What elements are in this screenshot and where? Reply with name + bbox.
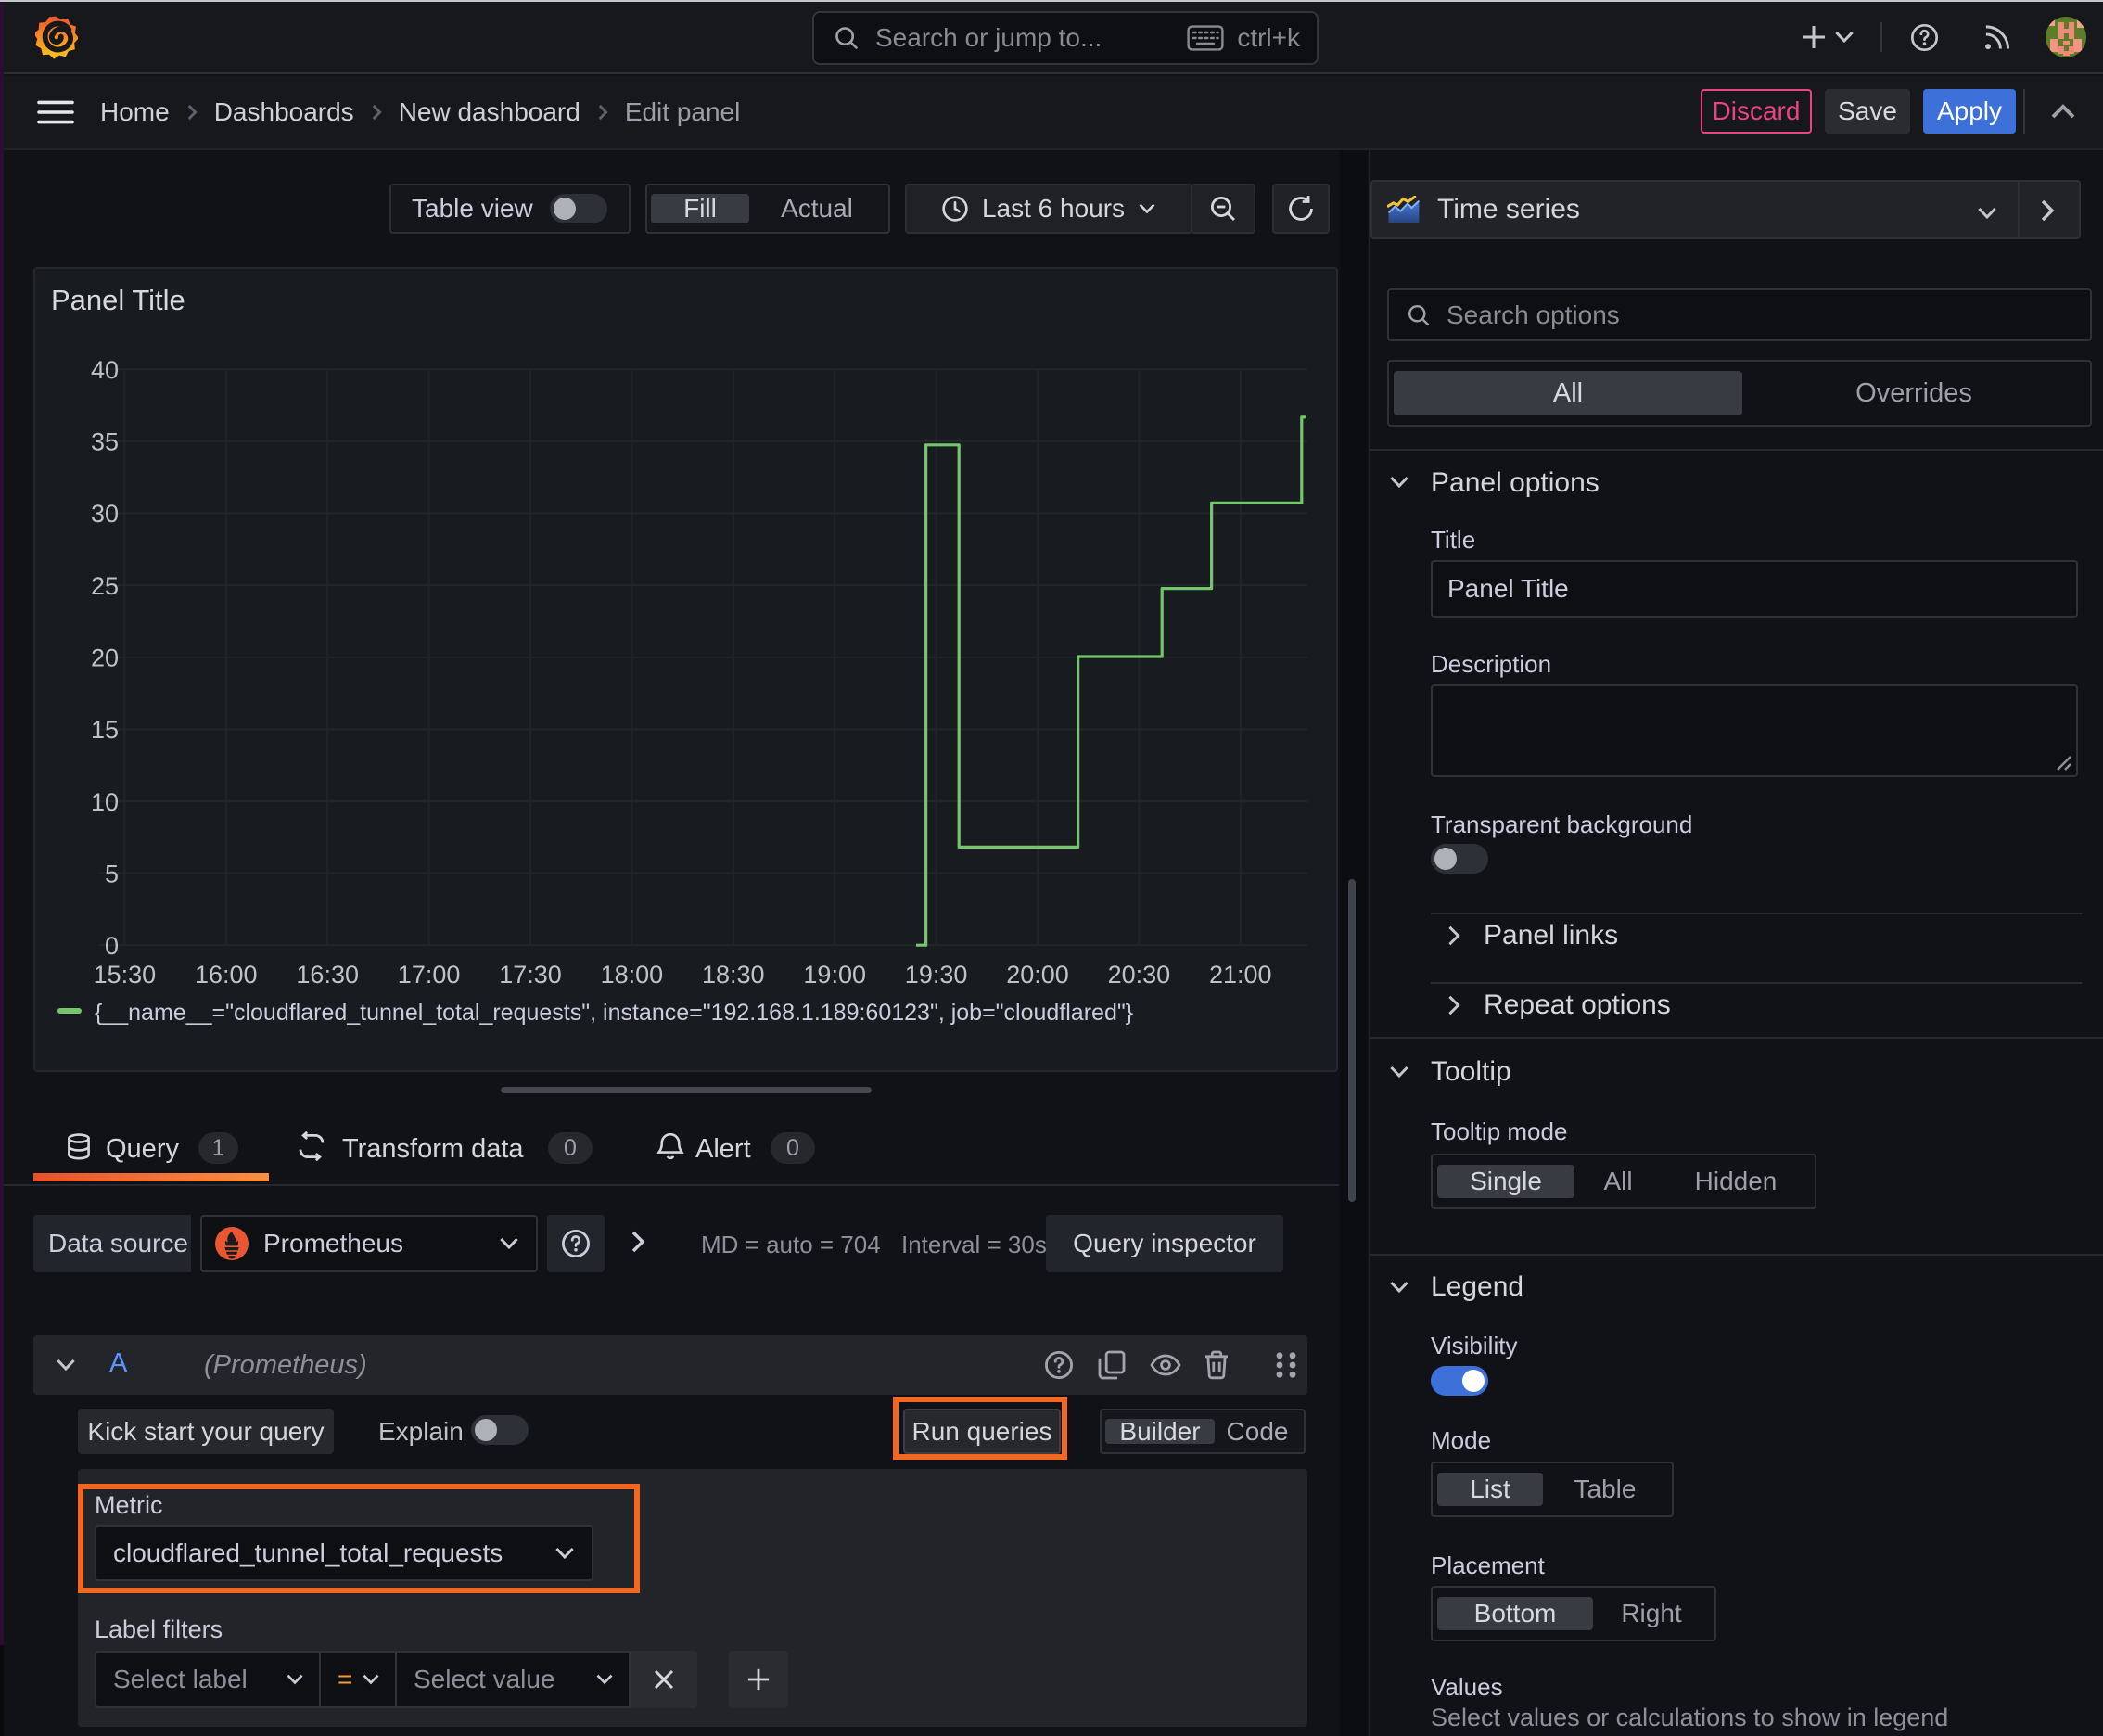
svg-text:17:30: 17:30 (499, 961, 562, 989)
svg-text:19:30: 19:30 (905, 961, 968, 989)
svg-text:19:00: 19:00 (803, 961, 866, 989)
svg-text:10: 10 (91, 788, 119, 816)
svg-text:{__name__="cloudflared_tunnel_: {__name__="cloudflared_tunnel_total_requ… (95, 1000, 1133, 1026)
svg-text:15: 15 (91, 716, 119, 744)
svg-text:20: 20 (91, 645, 119, 672)
svg-text:16:30: 16:30 (296, 961, 359, 989)
svg-text:16:00: 16:00 (195, 961, 258, 989)
svg-text:18:30: 18:30 (702, 961, 765, 989)
svg-text:20:30: 20:30 (1108, 961, 1171, 989)
svg-text:0: 0 (105, 932, 119, 960)
svg-text:17:00: 17:00 (398, 961, 461, 989)
svg-text:5: 5 (105, 860, 119, 887)
svg-text:15:30: 15:30 (94, 961, 157, 989)
svg-text:35: 35 (91, 428, 119, 456)
svg-text:30: 30 (91, 500, 119, 528)
svg-text:21:00: 21:00 (1209, 961, 1272, 989)
svg-text:25: 25 (91, 572, 119, 600)
svg-text:20:00: 20:00 (1006, 961, 1069, 989)
svg-text:18:00: 18:00 (601, 961, 664, 989)
svg-text:40: 40 (91, 356, 119, 384)
